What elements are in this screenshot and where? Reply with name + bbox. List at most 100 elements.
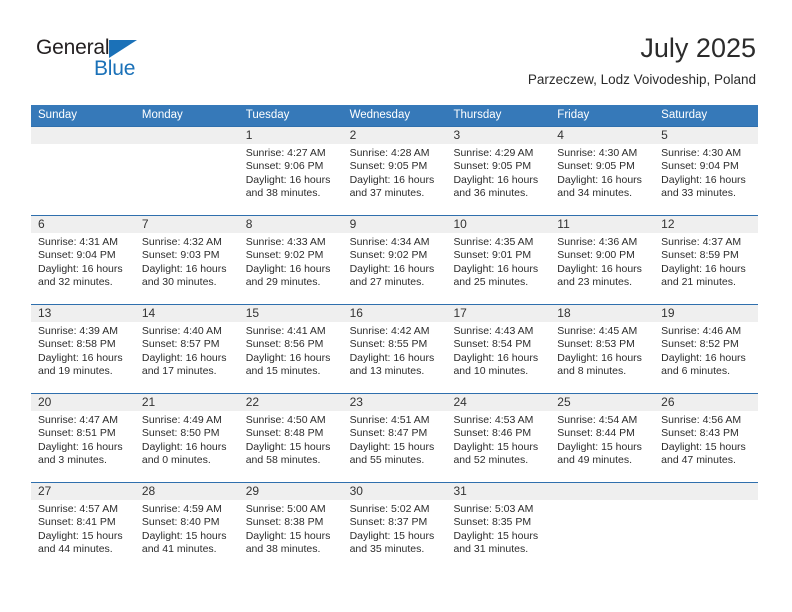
day-number: 27 xyxy=(31,483,135,500)
day-cell-30[interactable]: 30 Sunrise: 5:02 AM Sunset: 8:37 PM Dayligh… xyxy=(342,483,447,571)
weekday-header-monday: Monday xyxy=(141,109,183,121)
sunset-text: Sunset: 9:01 PM xyxy=(453,249,532,262)
day-details: Sunrise: 4:39 AM Sunset: 8:58 PM Daylight:… xyxy=(31,322,135,379)
sunrise-text: Sunrise: 4:47 AM xyxy=(38,414,118,426)
sunset-text: Sunset: 8:50 PM xyxy=(141,427,220,440)
day-details: Sunrise: 4:31 AM Sunset: 9:04 PM Daylight:… xyxy=(31,233,135,290)
daylight-text: Daylight: 16 hours and 25 minutes. xyxy=(453,262,539,289)
weekday-header-saturday: Saturday xyxy=(661,109,708,121)
general-blue-logo[interactable]: General Blue xyxy=(36,36,266,82)
day-cell-12[interactable]: 12 Sunrise: 4:37 AM Sunset: 8:59 PM Dayligh… xyxy=(654,216,759,304)
day-cell-6[interactable]: 6 Sunrise: 4:31 AM Sunset: 9:04 PM Daylight… xyxy=(31,216,135,304)
day-number: 6 xyxy=(31,216,135,233)
day-details: Sunrise: 4:51 AM Sunset: 8:47 PM Daylight:… xyxy=(343,411,447,468)
day-cell-22[interactable]: 22 Sunrise: 4:50 AM Sunset: 8:48 PM Dayligh… xyxy=(238,394,343,482)
daylight-text: Daylight: 16 hours and 10 minutes. xyxy=(453,351,539,378)
weekday-header-wednesday: Wednesday xyxy=(349,109,411,121)
day-details: Sunrise: 4:45 AM Sunset: 8:53 PM Daylight:… xyxy=(550,322,654,379)
sunrise-text: Sunrise: 4:37 AM xyxy=(661,236,742,248)
sunset-text: Sunset: 8:43 PM xyxy=(661,427,739,440)
day-details: Sunrise: 4:35 AM Sunset: 9:01 PM Daylight:… xyxy=(446,233,550,290)
page-title: July 2025 xyxy=(640,33,756,63)
sunset-text: Sunset: 9:04 PM xyxy=(661,160,739,173)
day-cell-9[interactable]: 9 Sunrise: 4:34 AM Sunset: 9:02 PM Daylight… xyxy=(342,216,447,304)
weekday-header-thursday: Thursday xyxy=(453,109,502,121)
day-cell-29[interactable]: 29 Sunrise: 5:00 AM Sunset: 8:38 PM Dayligh… xyxy=(238,483,343,571)
day-details: Sunrise: 4:40 AM Sunset: 8:57 PM Daylight:… xyxy=(135,322,239,379)
sunset-text: Sunset: 8:46 PM xyxy=(453,427,532,440)
day-cell-27[interactable]: 27 Sunrise: 4:57 AM Sunset: 8:41 PM Dayligh… xyxy=(31,483,135,571)
day-cell-26[interactable]: 26 Sunrise: 4:56 AM Sunset: 8:43 PM Dayligh… xyxy=(654,394,759,482)
sunset-text: Sunset: 8:58 PM xyxy=(38,338,116,351)
sunrise-text: Sunrise: 4:34 AM xyxy=(349,236,430,248)
daylight-text: Daylight: 16 hours and 6 minutes. xyxy=(661,351,746,378)
day-cell-18[interactable]: 18 Sunrise: 4:45 AM Sunset: 8:53 PM Dayligh… xyxy=(550,305,655,393)
day-cell-10[interactable]: 10 Sunrise: 4:35 AM Sunset: 9:01 PM Dayligh… xyxy=(446,216,551,304)
calendar-week-row: 6 Sunrise: 4:31 AM Sunset: 9:04 PM Daylight… xyxy=(31,215,759,304)
day-details: Sunrise: 4:27 AM Sunset: 9:06 PM Daylight:… xyxy=(239,144,343,201)
daylight-text: Daylight: 16 hours and 34 minutes. xyxy=(557,173,642,200)
day-details: Sunrise: 4:46 AM Sunset: 8:52 PM Daylight:… xyxy=(654,322,758,379)
day-cell-7[interactable]: 7 Sunrise: 4:32 AM Sunset: 9:03 PM Daylight… xyxy=(134,216,239,304)
day-cell-24[interactable]: 24 Sunrise: 4:53 AM Sunset: 8:46 PM Dayligh… xyxy=(446,394,551,482)
day-cell-2[interactable]: 2 Sunrise: 4:28 AM Sunset: 9:05 PM Daylight… xyxy=(342,127,447,215)
sunset-text: Sunset: 9:05 PM xyxy=(349,160,428,173)
day-number: 21 xyxy=(134,394,239,411)
sunset-text: Sunset: 8:53 PM xyxy=(557,338,635,351)
day-details: Sunrise: 4:59 AM Sunset: 8:40 PM Daylight:… xyxy=(135,500,239,557)
calendar-grid: Sunday Monday Tuesday Wednesday Thursday Frid… xyxy=(31,105,759,571)
sunrise-text: Sunrise: 5:03 AM xyxy=(453,503,534,515)
day-cell-25[interactable]: 25 Sunrise: 4:54 AM Sunset: 8:44 PM Dayligh… xyxy=(550,394,655,482)
day-cell-16[interactable]: 16 Sunrise: 4:42 AM Sunset: 8:55 PM Dayligh… xyxy=(342,305,447,393)
sunrise-text: Sunrise: 4:36 AM xyxy=(557,236,638,248)
day-cell-17[interactable]: 17 Sunrise: 4:43 AM Sunset: 8:54 PM Dayligh… xyxy=(446,305,551,393)
day-number: 22 xyxy=(238,394,343,411)
day-number: 10 xyxy=(446,216,551,233)
day-cell-19[interactable]: 19 Sunrise: 4:46 AM Sunset: 8:52 PM Dayligh… xyxy=(654,305,759,393)
day-cell-1[interactable]: 1 Sunrise: 4:27 AM Sunset: 9:06 PM Daylight… xyxy=(238,127,343,215)
sunset-text: Sunset: 8:54 PM xyxy=(453,338,532,351)
sunrise-text: Sunrise: 4:29 AM xyxy=(453,147,534,159)
day-cell-20[interactable]: 20 Sunrise: 4:47 AM Sunset: 8:51 PM Dayligh… xyxy=(31,394,135,482)
daylight-text: Daylight: 15 hours and 41 minutes. xyxy=(141,529,227,556)
brand-name-blue: Blue xyxy=(94,57,136,80)
day-cell-31[interactable]: 31 Sunrise: 5:03 AM Sunset: 8:35 PM Dayligh… xyxy=(446,483,551,571)
calendar-week-row: 27 Sunrise: 4:57 AM Sunset: 8:41 PM Dayligh… xyxy=(31,482,759,571)
sunrise-text: Sunrise: 4:39 AM xyxy=(38,325,118,337)
day-cell-4[interactable]: 4 Sunrise: 4:30 AM Sunset: 9:05 PM Daylight… xyxy=(550,127,655,215)
weekday-header-tuesday: Tuesday xyxy=(245,109,290,121)
day-cell-14[interactable]: 14 Sunrise: 4:40 AM Sunset: 8:57 PM Dayligh… xyxy=(134,305,239,393)
day-details: Sunrise: 4:50 AM Sunset: 8:48 PM Daylight:… xyxy=(239,411,343,468)
sunrise-text: Sunrise: 4:41 AM xyxy=(245,325,326,337)
day-details: Sunrise: 4:43 AM Sunset: 8:54 PM Daylight:… xyxy=(446,322,550,379)
day-details: Sunrise: 4:41 AM Sunset: 8:56 PM Daylight:… xyxy=(239,322,343,379)
day-cell-28[interactable]: 28 Sunrise: 4:59 AM Sunset: 8:40 PM Dayligh… xyxy=(134,483,239,571)
daylight-text: Daylight: 15 hours and 58 minutes. xyxy=(245,440,331,467)
day-cell-5[interactable]: 5 Sunrise: 4:30 AM Sunset: 9:04 PM Daylight… xyxy=(654,127,759,215)
day-details: Sunrise: 4:28 AM Sunset: 9:05 PM Daylight:… xyxy=(343,144,447,201)
sunset-text: Sunset: 8:52 PM xyxy=(661,338,739,351)
day-cell-11[interactable]: 11 Sunrise: 4:36 AM Sunset: 9:00 PM Dayligh… xyxy=(550,216,655,304)
day-cell-8[interactable]: 8 Sunrise: 4:33 AM Sunset: 9:02 PM Daylight… xyxy=(238,216,343,304)
sunset-text: Sunset: 8:59 PM xyxy=(661,249,739,262)
daylight-text: Daylight: 15 hours and 52 minutes. xyxy=(453,440,539,467)
day-number xyxy=(134,127,239,144)
day-cell-13[interactable]: 13 Sunrise: 4:39 AM Sunset: 8:58 PM Dayligh… xyxy=(31,305,135,393)
sunset-text: Sunset: 9:04 PM xyxy=(38,249,116,262)
day-details: Sunrise: 4:53 AM Sunset: 8:46 PM Daylight:… xyxy=(446,411,550,468)
day-number: 15 xyxy=(238,305,343,322)
day-number: 18 xyxy=(550,305,655,322)
day-details: Sunrise: 4:30 AM Sunset: 9:05 PM Daylight:… xyxy=(550,144,654,201)
day-cell-15[interactable]: 15 Sunrise: 4:41 AM Sunset: 8:56 PM Dayligh… xyxy=(238,305,343,393)
day-cell-23[interactable]: 23 Sunrise: 4:51 AM Sunset: 8:47 PM Dayligh… xyxy=(342,394,447,482)
day-number: 30 xyxy=(342,483,447,500)
daylight-text: Daylight: 15 hours and 44 minutes. xyxy=(38,529,123,556)
day-cell-3[interactable]: 3 Sunrise: 4:29 AM Sunset: 9:05 PM Daylight… xyxy=(446,127,551,215)
sunset-text: Sunset: 8:35 PM xyxy=(453,516,532,529)
sunrise-text: Sunrise: 4:27 AM xyxy=(245,147,326,159)
sunset-text: Sunset: 9:00 PM xyxy=(557,249,635,262)
sunrise-text: Sunrise: 4:45 AM xyxy=(557,325,638,337)
day-cell-21[interactable]: 21 Sunrise: 4:49 AM Sunset: 8:50 PM Dayligh… xyxy=(134,394,239,482)
day-number: 19 xyxy=(654,305,759,322)
sunrise-text: Sunrise: 5:02 AM xyxy=(349,503,430,515)
